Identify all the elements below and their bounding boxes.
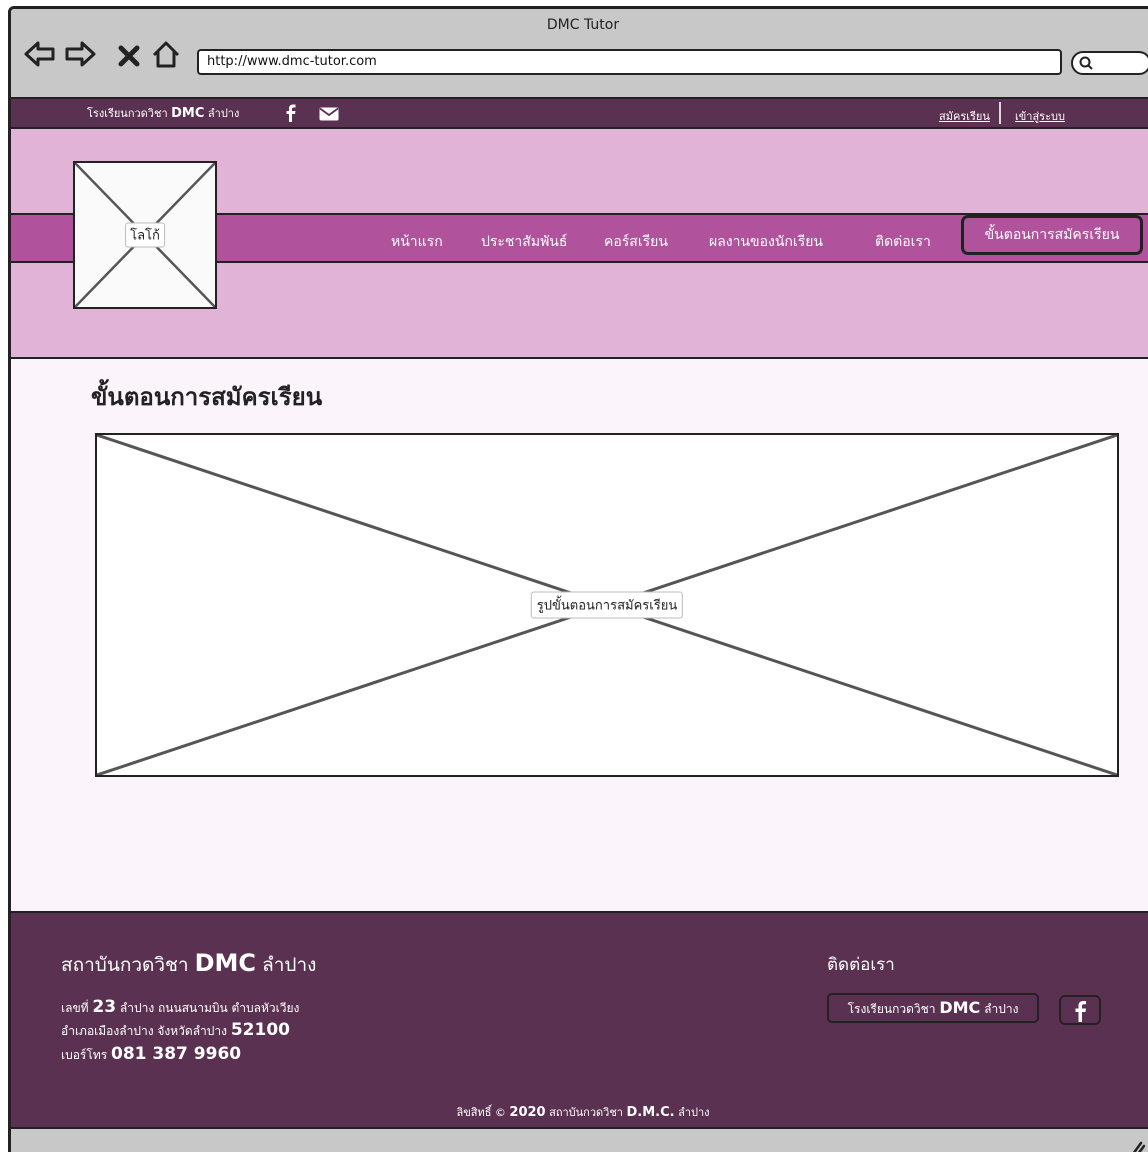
nav-item-news[interactable]: ประชาสัมพันธ์ — [481, 231, 567, 253]
search-icon — [1079, 56, 1093, 70]
topbar-divider — [999, 102, 1001, 124]
topbar-school-name: โรงเรียนกวดวิชา DMC ลำปาง — [87, 104, 239, 122]
back-icon[interactable] — [23, 39, 57, 69]
phone-number: 081 387 9960 — [111, 1044, 242, 1064]
nav-item-registration-steps[interactable]: ขั้นตอนการสมัครเรียน — [961, 215, 1143, 255]
fb-button-brand: DMC — [939, 998, 981, 1017]
facebook-icon[interactable] — [283, 104, 299, 122]
facebook-icon — [1075, 1001, 1086, 1022]
copyright-prefix: ลิขสิทธิ์ © — [456, 1106, 506, 1119]
copyright: ลิขสิทธิ์ © 2020 สถาบันกวดวิชา D.M.C. ลำ… — [11, 1103, 1148, 1121]
school-prefix: โรงเรียนกวดวิชา — [87, 107, 168, 120]
phone-label: เบอร์โทร — [61, 1048, 108, 1062]
site-footer: สถาบันกวดวิชา DMC ลำปาง เลขที่ 23 ลำปาง … — [11, 911, 1148, 1127]
mail-icon[interactable] — [319, 107, 339, 121]
footer-contact-title: ติดต่อเรา — [827, 955, 895, 975]
browser-toolbar: DMC Tutor http://www.dmc-tutor.com — [11, 9, 1148, 97]
login-link[interactable]: เข้าสู่ระบบ — [1015, 107, 1065, 125]
school-suffix: ลำปาง — [207, 107, 240, 120]
address-number: 23 — [92, 997, 117, 1017]
copyright-org: สถาบันกวดวิชา — [549, 1106, 623, 1119]
org-brand: DMC — [194, 949, 257, 977]
main-content: ขั้นตอนการสมัครเรียน รูปขั้นตอนการสมัครเ… — [11, 359, 1148, 911]
org-prefix: สถาบันกวดวิชา — [61, 954, 189, 976]
footer-org-name: สถาบันกวดวิชา DMC ลำปาง — [61, 949, 316, 980]
window-title: DMC Tutor — [546, 17, 620, 33]
logo-label: โลโก้ — [125, 222, 165, 248]
address-rest: ลำปาง ถนนสนามบิน ตำบลหัวเวียง — [119, 1001, 300, 1015]
register-link[interactable]: สมัครเรียน — [939, 107, 990, 125]
nav-item-contact[interactable]: ติดต่อเรา — [875, 231, 931, 253]
address-prefix: เลขที่ — [61, 1001, 89, 1015]
browser-window: DMC Tutor http://www.dmc-tutor.com โรงเร… — [8, 6, 1148, 1152]
footer-address-line1: เลขที่ 23 ลำปาง ถนนสนามบิน ตำบลหัวเวียง — [61, 997, 299, 1018]
school-brand: DMC — [171, 106, 205, 121]
image-label: รูปขั้นตอนการสมัครเรียน — [530, 591, 684, 619]
resize-handle-icon[interactable] — [1129, 1139, 1145, 1152]
fb-button-prefix: โรงเรียนกวดวิชา — [847, 1002, 936, 1016]
site-topbar: โรงเรียนกวดวิชา DMC ลำปาง สมัครเรียน เข้… — [11, 97, 1148, 129]
footer-address-line2: อำเภอเมืองลำปาง จังหวัดลำปาง 52100 — [61, 1020, 290, 1041]
nav-item-courses[interactable]: คอร์สเรียน — [604, 231, 668, 253]
logo-placeholder[interactable]: โลโก้ — [73, 161, 217, 309]
postal-code: 52100 — [230, 1020, 290, 1040]
footer-facebook-button[interactable] — [1059, 995, 1101, 1025]
nav-item-home[interactable]: หน้าแรก — [391, 231, 443, 253]
org-suffix: ลำปาง — [262, 954, 317, 976]
copyright-year: 2020 — [509, 1105, 546, 1120]
copyright-brand: D.M.C. — [626, 1105, 675, 1120]
facebook-page-button[interactable]: โรงเรียนกวดวิชา DMC ลำปาง — [827, 993, 1039, 1023]
registration-steps-image: รูปขั้นตอนการสมัครเรียน — [95, 433, 1119, 777]
page-title: ขั้นตอนการสมัครเรียน — [91, 382, 323, 411]
home-icon[interactable] — [149, 39, 183, 69]
footer-phone: เบอร์โทร 081 387 9960 — [61, 1044, 241, 1065]
browser-search-field[interactable] — [1071, 51, 1148, 75]
site-header: โลโก้ หน้าแรก ประชาสัมพันธ์ คอร์สเรียน ผ… — [11, 129, 1148, 359]
address-bar[interactable]: http://www.dmc-tutor.com — [197, 49, 1062, 75]
fb-button-suffix: ลำปาง — [984, 1002, 1019, 1016]
nav-item-student-works[interactable]: ผลงานของนักเรียน — [709, 231, 823, 253]
address-district: อำเภอเมืองลำปาง จังหวัดลำปาง — [61, 1024, 228, 1038]
forward-icon[interactable] — [63, 39, 97, 69]
copyright-suffix: ลำปาง — [678, 1106, 710, 1119]
close-icon[interactable] — [117, 39, 141, 69]
browser-statusbar — [11, 1127, 1148, 1152]
